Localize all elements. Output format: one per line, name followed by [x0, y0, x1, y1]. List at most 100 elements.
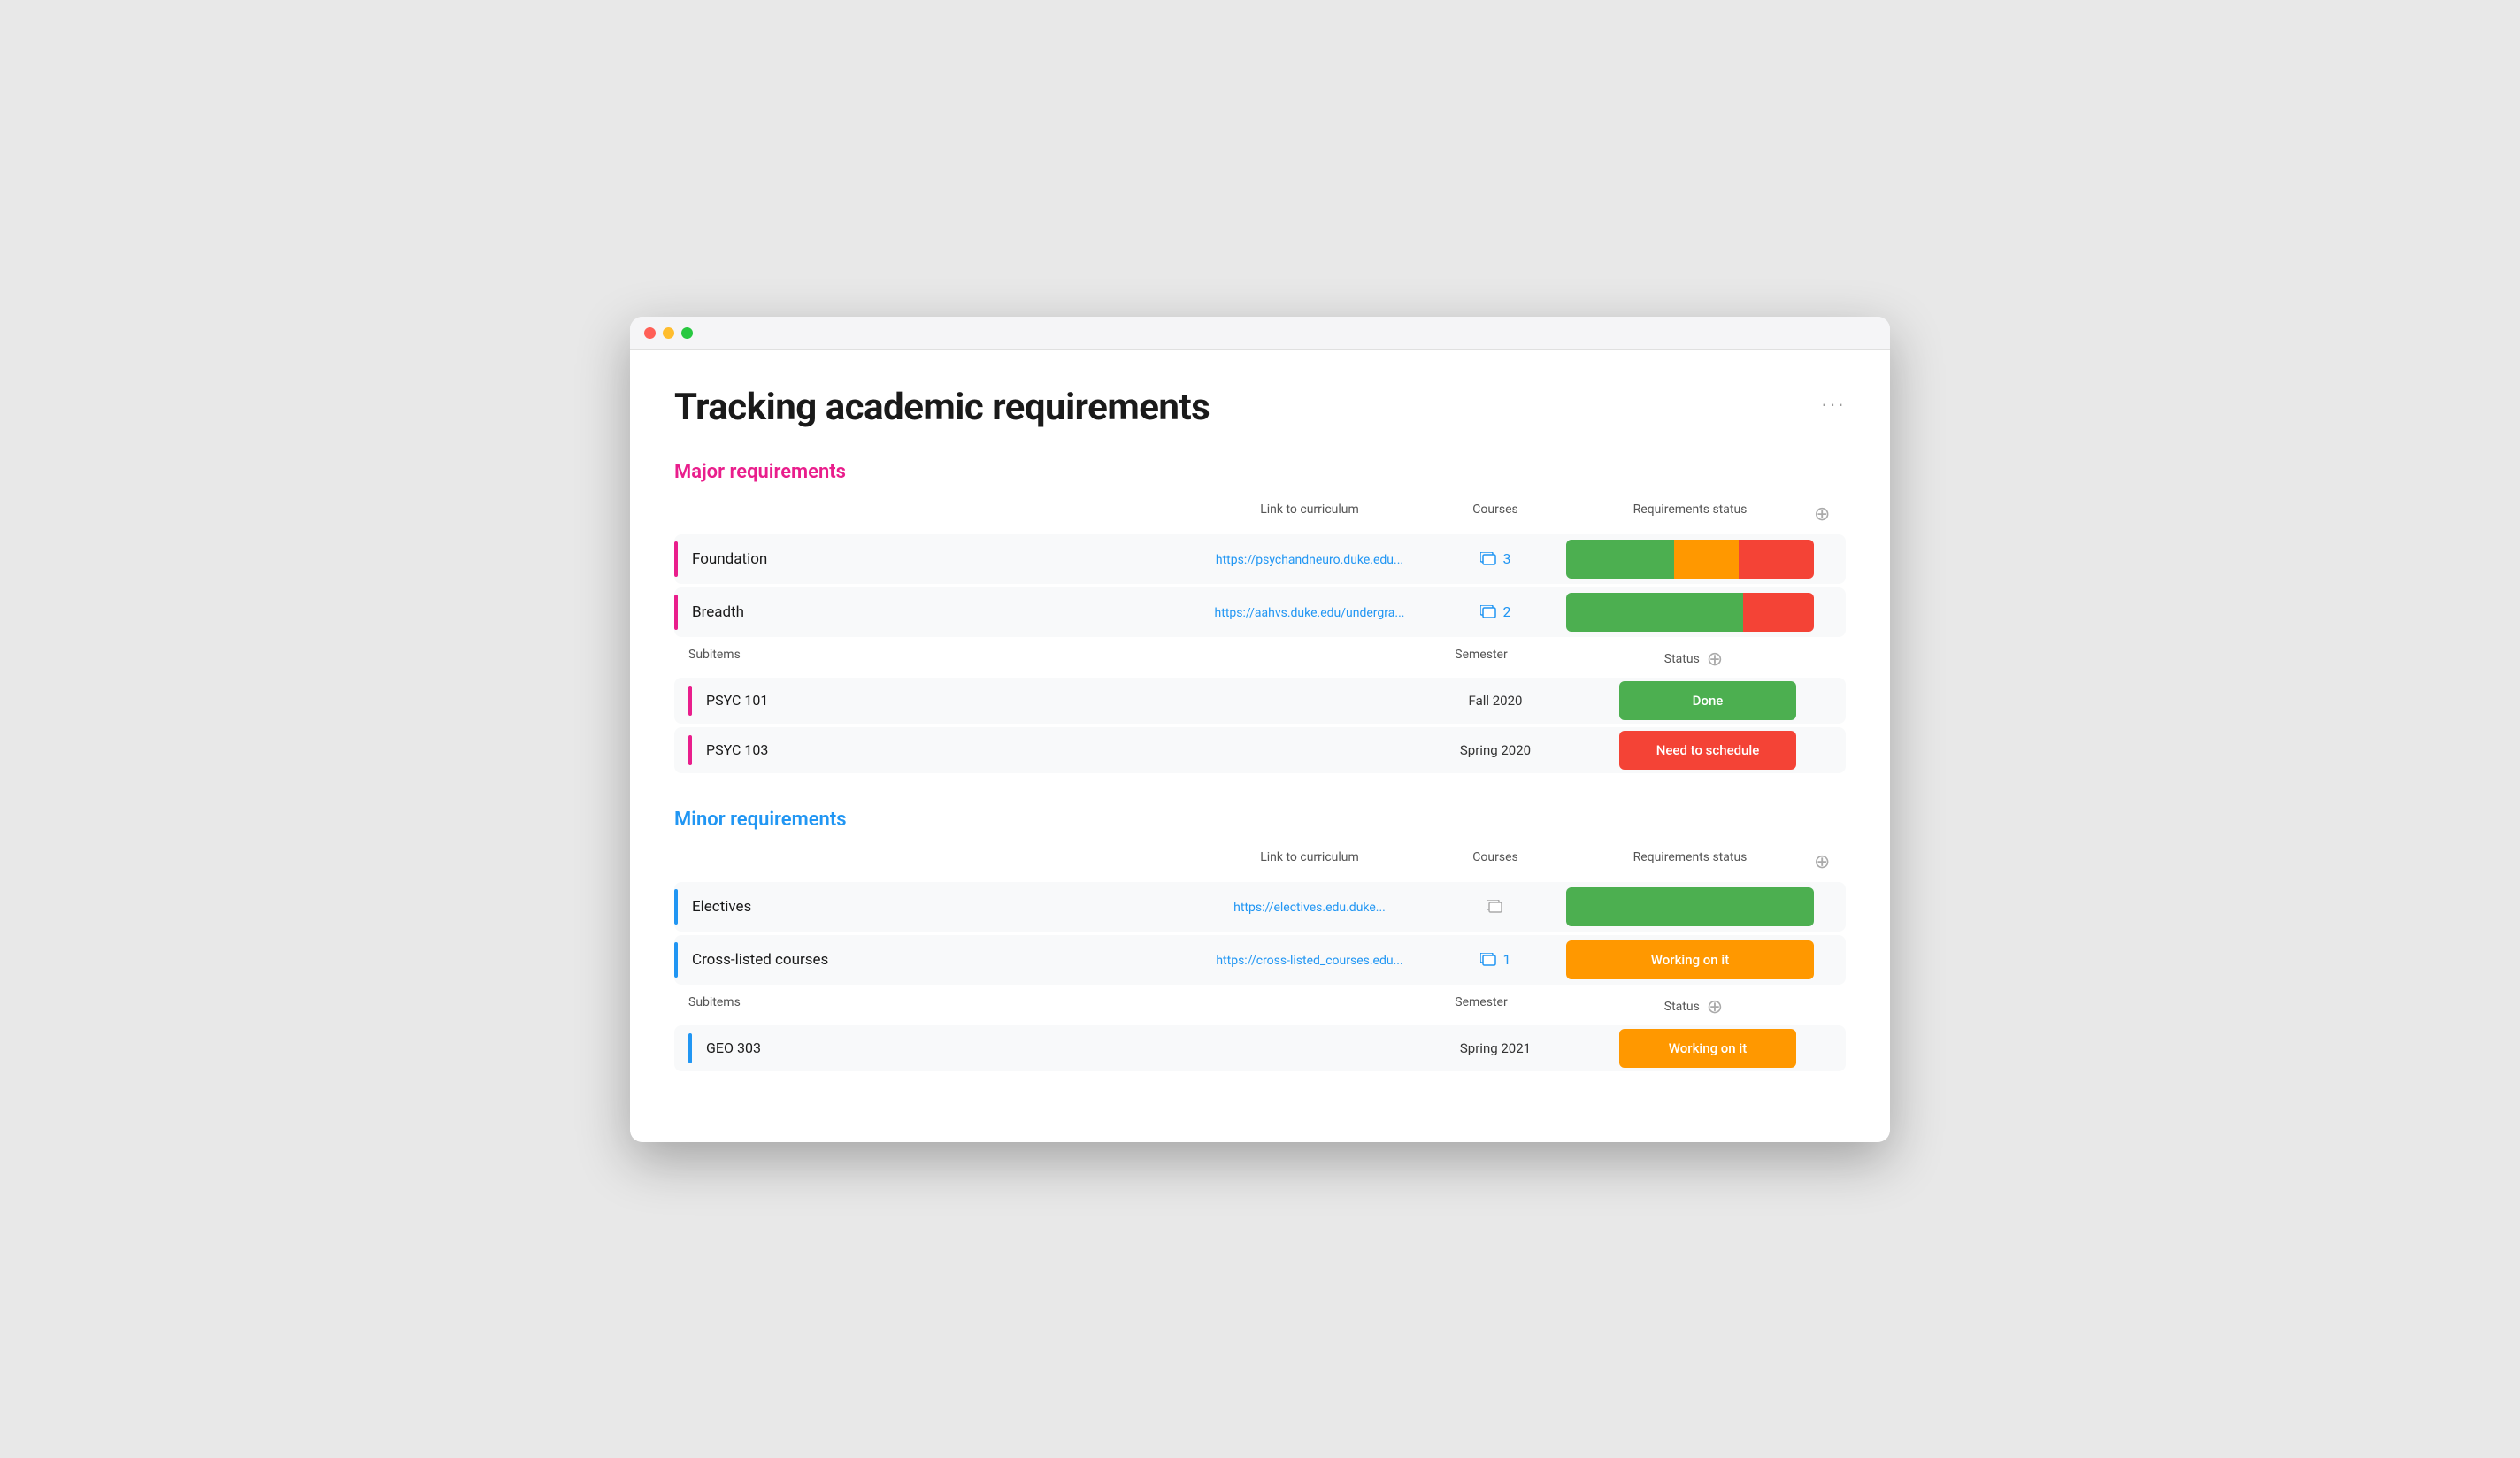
status-badge[interactable]: Working on it: [1619, 1029, 1796, 1068]
major-col-link: Link to curriculum: [1195, 503, 1425, 526]
minor-subitems-header: Subitems Semester Status ⊕: [674, 988, 1846, 1025]
psyc103-semester: Spring 2020: [1389, 742, 1602, 758]
minor-section-title: Minor requirements: [674, 809, 1846, 831]
major-table-header: Link to curriculum Courses Requirements …: [674, 497, 1846, 531]
major-col-status: Requirements status: [1566, 503, 1814, 526]
psyc103-label: PSYC 103: [706, 741, 768, 758]
crosslisted-name-cell: Cross-listed courses: [674, 942, 1195, 978]
foundation-status-bar: [1566, 540, 1814, 579]
minor-table: Link to curriculum Courses Requirements …: [674, 845, 1846, 1071]
foundation-bar-green: [1566, 540, 1674, 579]
courses-icon: [1480, 552, 1498, 566]
electives-accent: [674, 889, 678, 925]
minor-col-name: [674, 850, 1195, 873]
major-subitems-header: Subitems Semester Status ⊕: [674, 641, 1846, 678]
geo303-semester: Spring 2021: [1389, 1040, 1602, 1056]
psyc101-accent: [688, 686, 692, 716]
crosslisted-status: Working on it: [1566, 940, 1814, 979]
foundation-courses: 3: [1425, 550, 1566, 567]
minor-semester-label: Semester: [1375, 995, 1587, 1018]
psyc101-status: Done: [1602, 681, 1814, 720]
major-subitems-table: Subitems Semester Status ⊕ PSYC 101: [674, 641, 1846, 773]
breadth-label: Breadth: [692, 603, 744, 621]
minimize-button[interactable]: [663, 327, 674, 339]
breadth-courses-count: 2: [1503, 603, 1511, 620]
electives-name-cell: Electives: [674, 889, 1195, 925]
breadth-accent: [674, 595, 678, 630]
breadth-bar-red: [1743, 593, 1814, 632]
close-button[interactable]: [644, 327, 656, 339]
breadth-courses: 2: [1425, 603, 1566, 620]
psyc103-accent: [688, 735, 692, 765]
minor-table-header: Link to curriculum Courses Requirements …: [674, 845, 1846, 879]
table-row: Breadth https://aahvs.duke.edu/undergra.…: [674, 587, 1846, 637]
major-col-courses: Courses: [1425, 503, 1566, 526]
major-section: Major requirements Link to curriculum Co…: [674, 461, 1846, 773]
minor-status-label: Status ⊕: [1587, 995, 1800, 1018]
foundation-bar-orange: [1674, 540, 1739, 579]
courses-icon: [1480, 605, 1498, 619]
list-item: GEO 303 Spring 2021 Working on it: [674, 1025, 1846, 1071]
psyc101-semester: Fall 2020: [1389, 693, 1602, 709]
psyc101-name-cell: PSYC 101: [674, 686, 1389, 716]
status-badge[interactable]: Done: [1619, 681, 1796, 720]
foundation-name-cell: Foundation: [674, 541, 1195, 577]
geo303-accent: [688, 1033, 692, 1063]
major-add-button[interactable]: ⊕: [1814, 503, 1830, 526]
breadth-link[interactable]: https://aahvs.duke.edu/undergra...: [1215, 606, 1405, 620]
crosslisted-link[interactable]: https://cross-listed_courses.edu...: [1216, 954, 1402, 968]
geo303-status: Working on it: [1602, 1029, 1814, 1068]
major-subitems-add-button[interactable]: ⊕: [1707, 648, 1723, 671]
electives-label: Electives: [692, 898, 751, 916]
electives-link[interactable]: https://electives.edu.duke...: [1233, 901, 1386, 915]
electives-bar-green: [1566, 887, 1814, 926]
table-row: Electives https://electives.edu.duke...: [674, 882, 1846, 932]
foundation-accent: [674, 541, 678, 577]
crosslisted-courses-count: 1: [1503, 951, 1511, 968]
breadth-name-cell: Breadth: [674, 595, 1195, 630]
foundation-link[interactable]: https://psychandneuro.duke.edu...: [1216, 553, 1403, 567]
minor-subitems-label: Subitems: [688, 995, 1375, 1018]
electives-courses: [1425, 900, 1566, 914]
courses-icon: [1487, 900, 1504, 914]
semester-label: Semester: [1375, 648, 1587, 671]
main-content: Tracking academic requirements ··· Major…: [630, 350, 1890, 1142]
major-col-name: [674, 503, 1195, 526]
psyc103-status: Need to schedule: [1602, 731, 1814, 770]
electives-link-cell: https://electives.edu.duke...: [1195, 898, 1425, 915]
maximize-button[interactable]: [681, 327, 693, 339]
table-row: Foundation https://psychandneuro.duke.ed…: [674, 534, 1846, 584]
table-row: Cross-listed courses https://cross-liste…: [674, 935, 1846, 985]
breadth-link-cell: https://aahvs.duke.edu/undergra...: [1195, 603, 1425, 620]
electives-status-bar: [1566, 887, 1814, 926]
crosslisted-accent: [674, 942, 678, 978]
subitems-label: Subitems: [688, 648, 1375, 671]
list-item: PSYC 101 Fall 2020 Done: [674, 678, 1846, 724]
crosslisted-label: Cross-listed courses: [692, 951, 828, 969]
geo303-name-cell: GEO 303: [674, 1033, 1389, 1063]
foundation-bar-red: [1739, 540, 1814, 579]
more-options-button[interactable]: ···: [1821, 393, 1846, 416]
crosslisted-courses: 1: [1425, 951, 1566, 968]
page-title: Tracking academic requirements: [674, 386, 1846, 429]
minor-col-status: Requirements status: [1566, 850, 1814, 873]
minor-subitems-add-button[interactable]: ⊕: [1707, 995, 1723, 1018]
breadth-status-bar: [1566, 593, 1814, 632]
status-badge[interactable]: Need to schedule: [1619, 731, 1796, 770]
crosslisted-link-cell: https://cross-listed_courses.edu...: [1195, 951, 1425, 968]
titlebar: [630, 317, 1890, 350]
minor-col-courses: Courses: [1425, 850, 1566, 873]
foundation-label: Foundation: [692, 550, 767, 568]
psyc101-label: PSYC 101: [706, 692, 768, 709]
list-item: PSYC 103 Spring 2020 Need to schedule: [674, 727, 1846, 773]
app-window: Tracking academic requirements ··· Major…: [630, 317, 1890, 1142]
minor-add-button[interactable]: ⊕: [1814, 850, 1830, 873]
minor-section: Minor requirements Link to curriculum Co…: [674, 809, 1846, 1071]
status-label: Status ⊕: [1587, 648, 1800, 671]
major-section-title: Major requirements: [674, 461, 1846, 483]
breadth-bar-green: [1566, 593, 1743, 632]
geo303-label: GEO 303: [706, 1040, 761, 1056]
status-badge[interactable]: Working on it: [1566, 940, 1814, 979]
major-table: Link to curriculum Courses Requirements …: [674, 497, 1846, 773]
psyc103-name-cell: PSYC 103: [674, 735, 1389, 765]
